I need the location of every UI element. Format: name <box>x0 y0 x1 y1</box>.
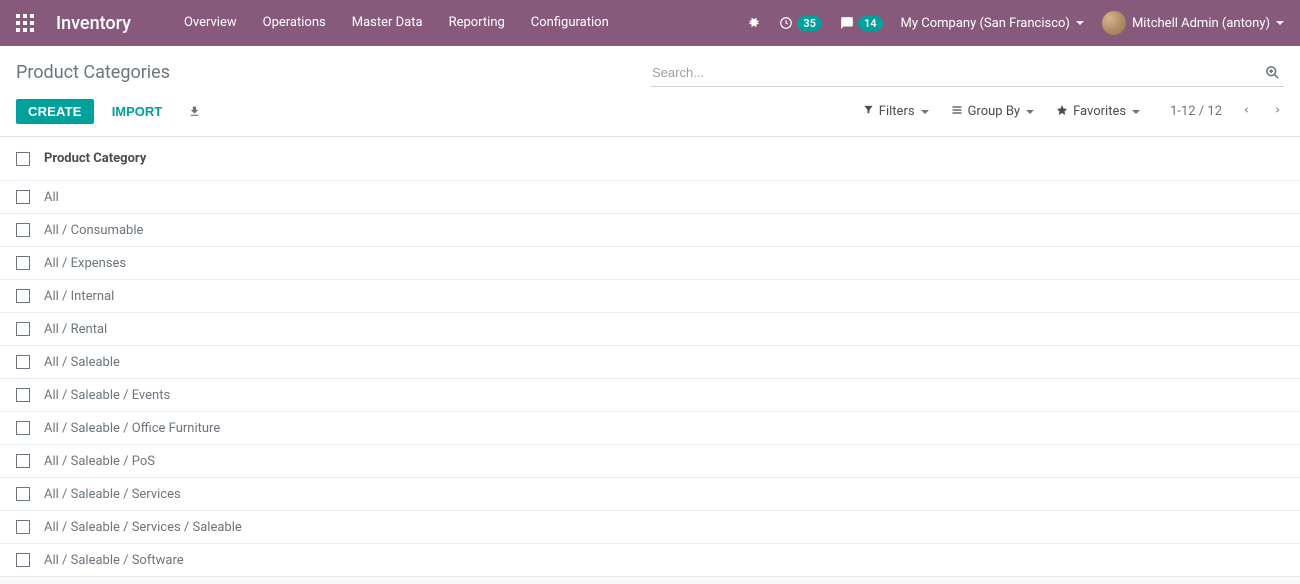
pager-prev[interactable] <box>1240 102 1253 121</box>
menu-reporting[interactable]: Reporting <box>436 0 518 46</box>
favorites-label: Favorites <box>1073 104 1126 119</box>
table-row[interactable]: All / Internal <box>0 280 1300 313</box>
menu-operations[interactable]: Operations <box>250 0 339 46</box>
table-row[interactable]: All / Saleable / Services <box>0 478 1300 511</box>
debug-icon[interactable] <box>747 16 761 30</box>
create-button[interactable]: CREATE <box>16 99 94 124</box>
search-icon[interactable] <box>1265 65 1280 84</box>
breadcrumb: Product Categories <box>16 56 650 89</box>
export-button[interactable] <box>180 100 209 123</box>
menu-overview[interactable]: Overview <box>171 0 250 46</box>
row-checkbox[interactable] <box>16 223 30 237</box>
table-row[interactable]: All / Saleable / Office Furniture <box>0 412 1300 445</box>
avatar <box>1102 11 1126 35</box>
chevron-down-icon <box>1026 110 1034 114</box>
row-checkbox[interactable] <box>16 553 30 567</box>
row-checkbox[interactable] <box>16 256 30 270</box>
table-row[interactable]: All / Expenses <box>0 247 1300 280</box>
row-checkbox[interactable] <box>16 289 30 303</box>
table-row[interactable]: All / Saleable / PoS <box>0 445 1300 478</box>
chevron-down-icon <box>1276 21 1284 25</box>
chevron-down-icon <box>1076 21 1084 25</box>
row-checkbox[interactable] <box>16 421 30 435</box>
table-row[interactable]: All / Saleable / Software <box>0 544 1300 577</box>
main-menu: Overview Operations Master Data Reportin… <box>171 0 622 46</box>
user-menu[interactable]: Mitchell Admin (antony) <box>1102 11 1284 35</box>
apps-icon[interactable] <box>16 14 34 32</box>
list-view: Product Category All All / Consumable All … <box>0 137 1300 577</box>
row-checkbox[interactable] <box>16 355 30 369</box>
row-name: All / Saleable / Office Furniture <box>44 421 220 436</box>
row-name: All / Expenses <box>44 256 126 271</box>
pager-text[interactable]: 1-12 / 12 <box>1170 104 1222 119</box>
menu-configuration[interactable]: Configuration <box>518 0 622 46</box>
table-row[interactable]: All / Rental <box>0 313 1300 346</box>
control-panel: Product Categories CREATE IMPORT Filters <box>0 46 1300 137</box>
messages-button[interactable]: 14 <box>840 16 883 31</box>
row-name: All <box>44 190 59 205</box>
row-checkbox[interactable] <box>16 388 30 402</box>
row-checkbox[interactable] <box>16 190 30 204</box>
row-checkbox[interactable] <box>16 454 30 468</box>
menu-master-data[interactable]: Master Data <box>339 0 436 46</box>
row-checkbox[interactable] <box>16 487 30 501</box>
row-name: All / Saleable / Software <box>44 553 184 568</box>
company-name: My Company (San Francisco) <box>901 16 1070 31</box>
messages-badge: 14 <box>858 16 883 31</box>
row-name: All / Internal <box>44 289 114 304</box>
company-switcher[interactable]: My Company (San Francisco) <box>901 16 1084 31</box>
table-row[interactable]: All / Saleable <box>0 346 1300 379</box>
groupby-dropdown[interactable]: Group By <box>951 104 1035 120</box>
list-icon <box>951 104 963 120</box>
systray: 35 14 My Company (San Francisco) Mitchel… <box>747 11 1284 35</box>
table-row[interactable]: All <box>0 181 1300 214</box>
pager: 1-12 / 12 <box>1170 102 1284 121</box>
row-name: All / Consumable <box>44 223 143 238</box>
select-all-checkbox[interactable] <box>16 152 30 166</box>
search-options: Filters Group By Favorites <box>863 104 1140 120</box>
funnel-icon <box>863 104 874 119</box>
filters-dropdown[interactable]: Filters <box>863 104 929 119</box>
app-title[interactable]: Inventory <box>56 13 131 34</box>
search-box <box>650 59 1284 87</box>
row-name: All / Rental <box>44 322 107 337</box>
user-name: Mitchell Admin (antony) <box>1132 16 1270 31</box>
row-name: All / Saleable / Services / Saleable <box>44 520 242 535</box>
row-name: All / Saleable / Events <box>44 388 170 403</box>
favorites-dropdown[interactable]: Favorites <box>1056 104 1140 120</box>
star-icon <box>1056 104 1068 120</box>
search-input[interactable] <box>650 59 1284 87</box>
column-header-name[interactable]: Product Category <box>44 151 146 166</box>
chevron-down-icon <box>921 110 929 114</box>
row-name: All / Saleable <box>44 355 120 370</box>
row-name: All / Saleable / Services <box>44 487 181 502</box>
groupby-label: Group By <box>968 104 1021 119</box>
import-button[interactable]: IMPORT <box>100 99 175 124</box>
table-row[interactable]: All / Saleable / Services / Saleable <box>0 511 1300 544</box>
table-row[interactable]: All / Saleable / Events <box>0 379 1300 412</box>
table-row[interactable]: All / Consumable <box>0 214 1300 247</box>
activities-badge: 35 <box>797 16 822 31</box>
row-name: All / Saleable / PoS <box>44 454 155 469</box>
row-checkbox[interactable] <box>16 520 30 534</box>
top-navbar: Inventory Overview Operations Master Dat… <box>0 0 1300 46</box>
filters-label: Filters <box>879 104 915 119</box>
list-header: Product Category <box>0 137 1300 181</box>
activities-button[interactable]: 35 <box>779 16 822 31</box>
pager-next[interactable] <box>1271 102 1284 121</box>
chevron-down-icon <box>1132 110 1140 114</box>
row-checkbox[interactable] <box>16 322 30 336</box>
